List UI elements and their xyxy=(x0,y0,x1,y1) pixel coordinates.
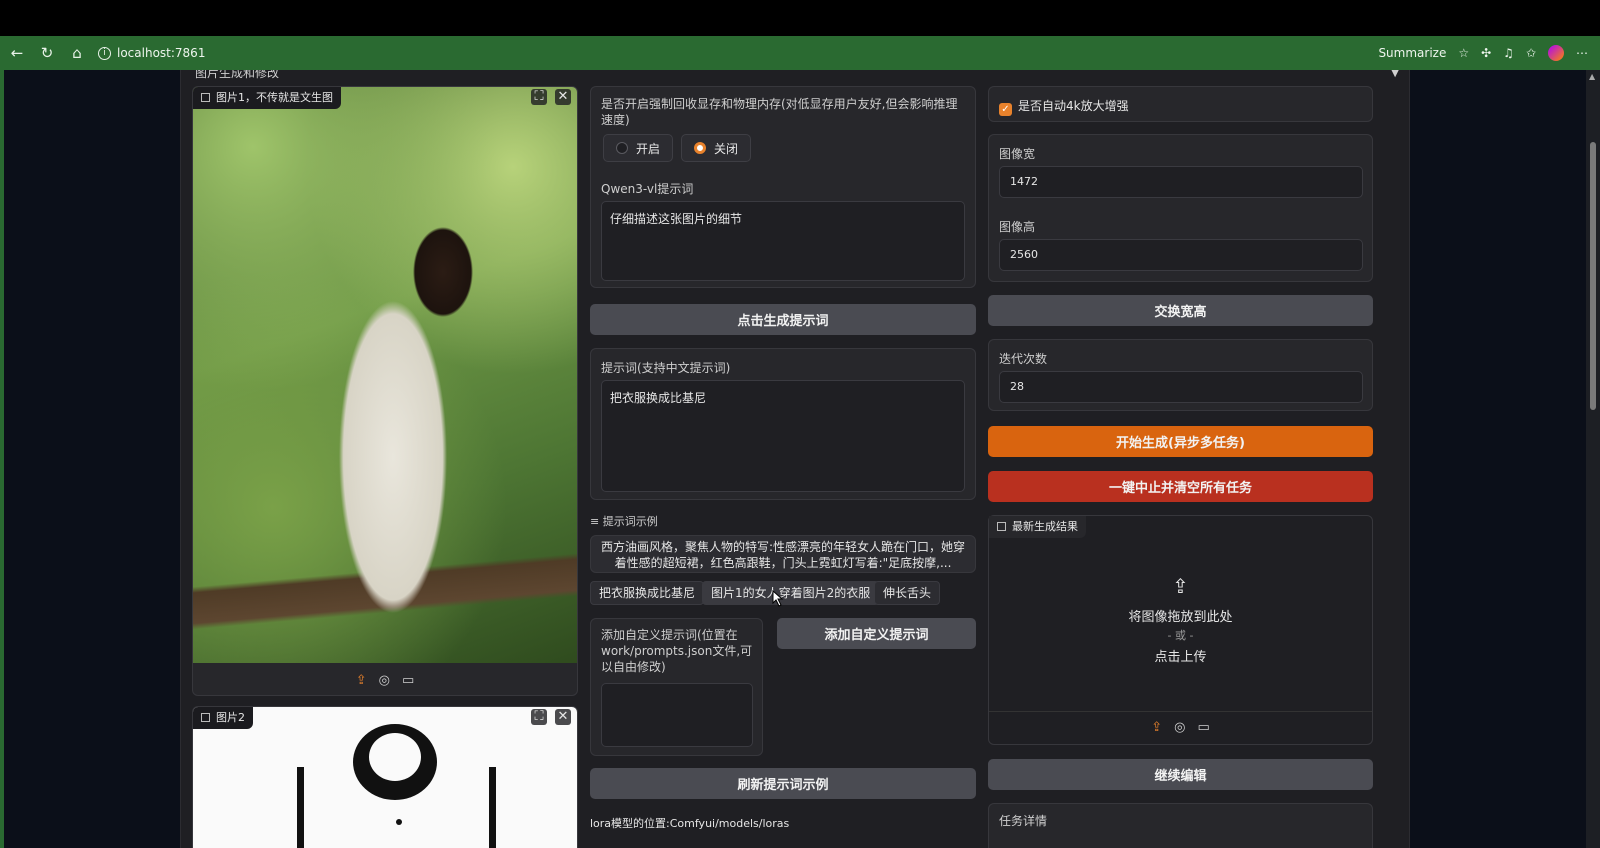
refresh-examples-button[interactable]: 刷新提示词示例 xyxy=(590,768,976,799)
image1-label: 图片1，不传就是文生图 xyxy=(216,91,333,104)
fullscreen-icon[interactable]: ⛶ xyxy=(531,89,547,105)
width-label: 图像宽 xyxy=(999,147,1036,161)
upload-icon[interactable]: ⇪ xyxy=(356,673,367,688)
examples-label: 提示词示例 xyxy=(602,515,658,528)
radio-selected-icon xyxy=(694,142,707,154)
reload-icon[interactable]: ↻ xyxy=(32,44,62,62)
prompt-block: 提示词(支持中文提示词) 把衣服换成比基尼 xyxy=(590,348,976,500)
custom-prompt-label: 添加自定义提示词(位置在work/prompts.json文件,可以自由修改) xyxy=(601,628,753,674)
image2-upload[interactable]: 图片2 ⛶ ✕ xyxy=(192,706,578,848)
examples-label-row: ≡ 提示词示例 xyxy=(590,513,658,529)
media-icon[interactable]: ♫ xyxy=(1503,46,1514,60)
url-text: localhost:7861 xyxy=(117,46,206,60)
favorite-star-icon[interactable]: ☆ xyxy=(1458,46,1469,60)
back-icon[interactable]: ← xyxy=(2,44,32,62)
top-black-bar xyxy=(0,0,1600,36)
site-info-icon[interactable]: i xyxy=(98,46,111,60)
more-menu-icon[interactable]: ⋯ xyxy=(1576,46,1588,60)
size-block: 图像宽 1472 图像高 2560 xyxy=(988,134,1373,282)
upload-arrow-icon: ⇪ xyxy=(1172,574,1189,598)
result-tag: 最新生成结果 xyxy=(989,516,1086,538)
radio-icon xyxy=(616,142,628,154)
memory-option-off-label: 关闭 xyxy=(714,141,739,156)
prompt-label: 提示词(支持中文提示词) xyxy=(601,361,731,375)
or-text: - 或 - xyxy=(1167,629,1194,642)
checkbox-checked-icon[interactable]: ✓ xyxy=(999,103,1012,116)
image2-label: 图片2 xyxy=(216,711,245,724)
browser-toolbar: ← ↻ ⌂ i localhost:7861 Summarize ☆ ✣ ♫ ✩… xyxy=(0,36,1600,70)
mouse-cursor xyxy=(772,590,784,607)
main-panel: 图片生成和修改 ▼ 图片1，不传就是文生图 ⛶ ✕ ⇪ ◎ ▭ 图片2 ⛶ ✕ xyxy=(180,70,1410,848)
generate-prompt-button[interactable]: 点击生成提示词 xyxy=(590,304,976,335)
drop-text: 将图像拖放到此处 xyxy=(1128,610,1233,625)
webcam-icon[interactable]: ◎ xyxy=(379,673,390,688)
height-label: 图像高 xyxy=(999,220,1036,234)
image1-tag: 图片1，不传就是文生图 xyxy=(193,87,341,109)
long-example-text: 西方油画风格，聚焦人物的特写:性感漂亮的年轻女人跪在门口，她穿着性感的超短裙，红… xyxy=(600,540,966,570)
page-viewport: 图片生成和修改 ▼ 图片1，不传就是文生图 ⛶ ✕ ⇪ ◎ ▭ 图片2 ⛶ ✕ xyxy=(4,70,1586,848)
start-generation-button[interactable]: 开始生成(异步多任务) xyxy=(988,426,1373,457)
result-upload[interactable]: 最新生成结果 ⇪ 将图像拖放到此处 - 或 - 点击上传 ⇪ ◎ ▭ xyxy=(988,515,1373,745)
qwen-block: Qwen3-vl提示词 仔细描述这张图片的细节 xyxy=(590,170,976,288)
task-details-label: 任务详情 xyxy=(999,814,1048,828)
image1-upload[interactable]: 图片1，不传就是文生图 ⛶ ✕ ⇪ ◎ ▭ xyxy=(192,86,578,696)
image2-preview xyxy=(193,707,577,848)
webcam-icon[interactable]: ◎ xyxy=(1174,720,1185,735)
memory-option-off[interactable]: 关闭 xyxy=(681,134,752,162)
stop-all-button[interactable]: 一键中止并清空所有任务 xyxy=(988,471,1373,502)
page-scrollbar[interactable]: ▲ xyxy=(1586,70,1600,848)
example-chip-2[interactable]: 图片1的女人穿着图片2的衣服 xyxy=(702,581,880,605)
profile-avatar[interactable] xyxy=(1548,45,1564,61)
prompt-textarea[interactable]: 把衣服换成比基尼 xyxy=(601,380,965,492)
clipboard-icon[interactable]: ▭ xyxy=(402,673,414,688)
custom-prompt-block: 添加自定义提示词(位置在work/prompts.json文件,可以自由修改) xyxy=(590,618,763,756)
fullscreen-icon[interactable]: ⛶ xyxy=(531,709,547,725)
result-label: 最新生成结果 xyxy=(1012,520,1078,533)
example-chip-3[interactable]: 伸长舌头 xyxy=(874,581,941,605)
qwen-label: Qwen3-vl提示词 xyxy=(601,182,694,196)
continue-edit-button[interactable]: 继续编辑 xyxy=(988,759,1373,790)
upscale-checkbox-row[interactable]: ✓ 是否自动4k放大增强 xyxy=(999,97,1129,116)
width-input[interactable]: 1472 xyxy=(999,166,1363,198)
lora-note: lora模型的位置:Comfyui/models/loras xyxy=(590,817,790,830)
image-icon xyxy=(997,522,1006,531)
memory-option-on-label: 开启 xyxy=(636,141,661,156)
image-icon xyxy=(201,713,210,722)
task-details-block: 任务详情 xyxy=(988,803,1373,848)
image2-tag: 图片2 xyxy=(193,707,253,729)
favorites-icon[interactable]: ✩ xyxy=(1526,46,1536,60)
scrollbar-thumb[interactable] xyxy=(1590,142,1596,410)
clipboard-icon[interactable]: ▭ xyxy=(1197,720,1209,735)
memory-option-on[interactable]: 开启 xyxy=(603,134,674,162)
close-icon[interactable]: ✕ xyxy=(555,709,571,725)
steps-block: 迭代次数 28 xyxy=(988,339,1373,411)
home-icon[interactable]: ⌂ xyxy=(62,44,92,62)
address-bar[interactable]: i localhost:7861 xyxy=(98,46,205,60)
click-upload-text: 点击上传 xyxy=(1154,650,1207,665)
long-example[interactable]: 西方油画风格，聚焦人物的特写:性感漂亮的年轻女人跪在门口，她穿着性感的超短裙，红… xyxy=(590,535,976,573)
garment-image xyxy=(297,724,496,848)
qwen-prompt-textarea[interactable]: 仔细描述这张图片的细节 xyxy=(601,201,965,281)
memory-release-label: 是否开启强制回收显存和物理内存(对低显存用户友好,但会影响推理速度) xyxy=(601,97,958,127)
add-custom-prompt-button[interactable]: 添加自定义提示词 xyxy=(777,618,976,649)
accordion-toggle-icon[interactable]: ▼ xyxy=(1391,70,1399,79)
list-icon: ≡ xyxy=(590,515,603,528)
image-icon xyxy=(201,93,210,102)
custom-prompt-textarea[interactable] xyxy=(601,683,753,747)
height-input[interactable]: 2560 xyxy=(999,239,1363,271)
close-icon[interactable]: ✕ xyxy=(555,89,571,105)
extensions-icon[interactable]: ✣ xyxy=(1481,46,1491,60)
upscale-block: ✓ 是否自动4k放大增强 xyxy=(988,86,1373,122)
swap-size-button[interactable]: 交换宽高 xyxy=(988,295,1373,326)
accordion-title[interactable]: 图片生成和修改 xyxy=(195,70,279,81)
steps-label: 迭代次数 xyxy=(999,352,1048,366)
summarize-button[interactable]: Summarize xyxy=(1378,46,1446,60)
scroll-up-icon[interactable]: ▲ xyxy=(1589,72,1595,81)
upload-icon[interactable]: ⇪ xyxy=(1151,720,1162,735)
example-chip-1[interactable]: 把衣服换成比基尼 xyxy=(590,581,705,605)
upscale-label: 是否自动4k放大增强 xyxy=(1018,99,1129,113)
image1-preview xyxy=(193,87,577,663)
steps-input[interactable]: 28 xyxy=(999,371,1363,403)
